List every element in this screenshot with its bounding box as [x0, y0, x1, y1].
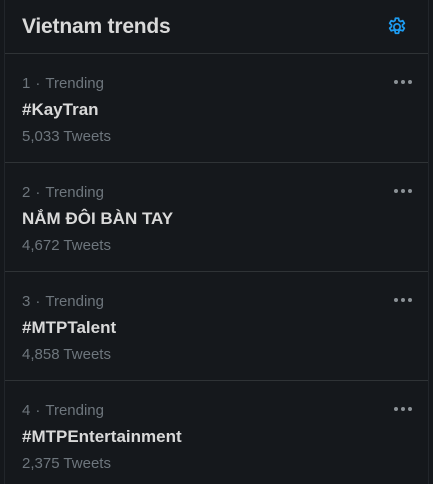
more-button[interactable]	[392, 71, 414, 93]
trends-header: Vietnam trends	[5, 0, 428, 54]
trend-item[interactable]: 4 · Trending #MTPEntertainment 2,375 Twe…	[5, 381, 428, 484]
separator: ·	[35, 402, 41, 419]
trend-category: Trending	[45, 75, 104, 92]
more-horizontal-icon	[394, 298, 412, 302]
trend-category: Trending	[45, 402, 104, 419]
trend-name: #MTPTalent	[22, 318, 117, 337]
trend-item[interactable]: 2 · Trending NẮM ĐÔI BÀN TAY 4,672 Tweet…	[5, 163, 428, 272]
trend-category: Trending	[45, 293, 104, 310]
trend-tweet-count: 2,375 Tweets	[22, 455, 111, 472]
trend-name: NẮM ĐÔI BÀN TAY	[22, 209, 174, 228]
trend-tweet-count: 5,033 Tweets	[22, 128, 111, 145]
trend-rank: 1	[22, 75, 31, 92]
trend-category: Trending	[45, 184, 104, 201]
more-horizontal-icon	[394, 407, 412, 411]
separator: ·	[35, 75, 41, 92]
trend-meta: 2 · Trending	[22, 184, 412, 202]
separator: ·	[35, 293, 41, 310]
trend-tweet-count: 4,858 Tweets	[22, 346, 111, 363]
trend-item[interactable]: 3 · Trending #MTPTalent 4,858 Tweets	[5, 272, 428, 381]
gear-icon	[388, 16, 406, 34]
trend-tweet-count: 4,672 Tweets	[22, 237, 111, 254]
trend-meta: 3 · Trending	[22, 293, 412, 311]
trend-meta: 1 · Trending	[22, 75, 412, 93]
more-horizontal-icon	[394, 189, 412, 193]
trend-rank: 4	[22, 402, 31, 419]
page-title: Vietnam trends	[22, 14, 171, 38]
more-horizontal-icon	[394, 80, 412, 84]
trend-name: #KayTran	[22, 100, 99, 119]
more-button[interactable]	[392, 289, 414, 311]
settings-button[interactable]	[382, 12, 412, 42]
trend-meta: 4 · Trending	[22, 402, 412, 420]
separator: ·	[35, 184, 41, 201]
trend-rank: 3	[22, 293, 31, 310]
more-button[interactable]	[392, 180, 414, 202]
trend-name: #MTPEntertainment	[22, 427, 182, 446]
trend-rank: 2	[22, 184, 31, 201]
more-button[interactable]	[392, 398, 414, 420]
trends-panel: Vietnam trends 1 · Trending #KayTran 5,0…	[4, 0, 429, 484]
trend-item[interactable]: 1 · Trending #KayTran 5,033 Tweets	[5, 54, 428, 163]
